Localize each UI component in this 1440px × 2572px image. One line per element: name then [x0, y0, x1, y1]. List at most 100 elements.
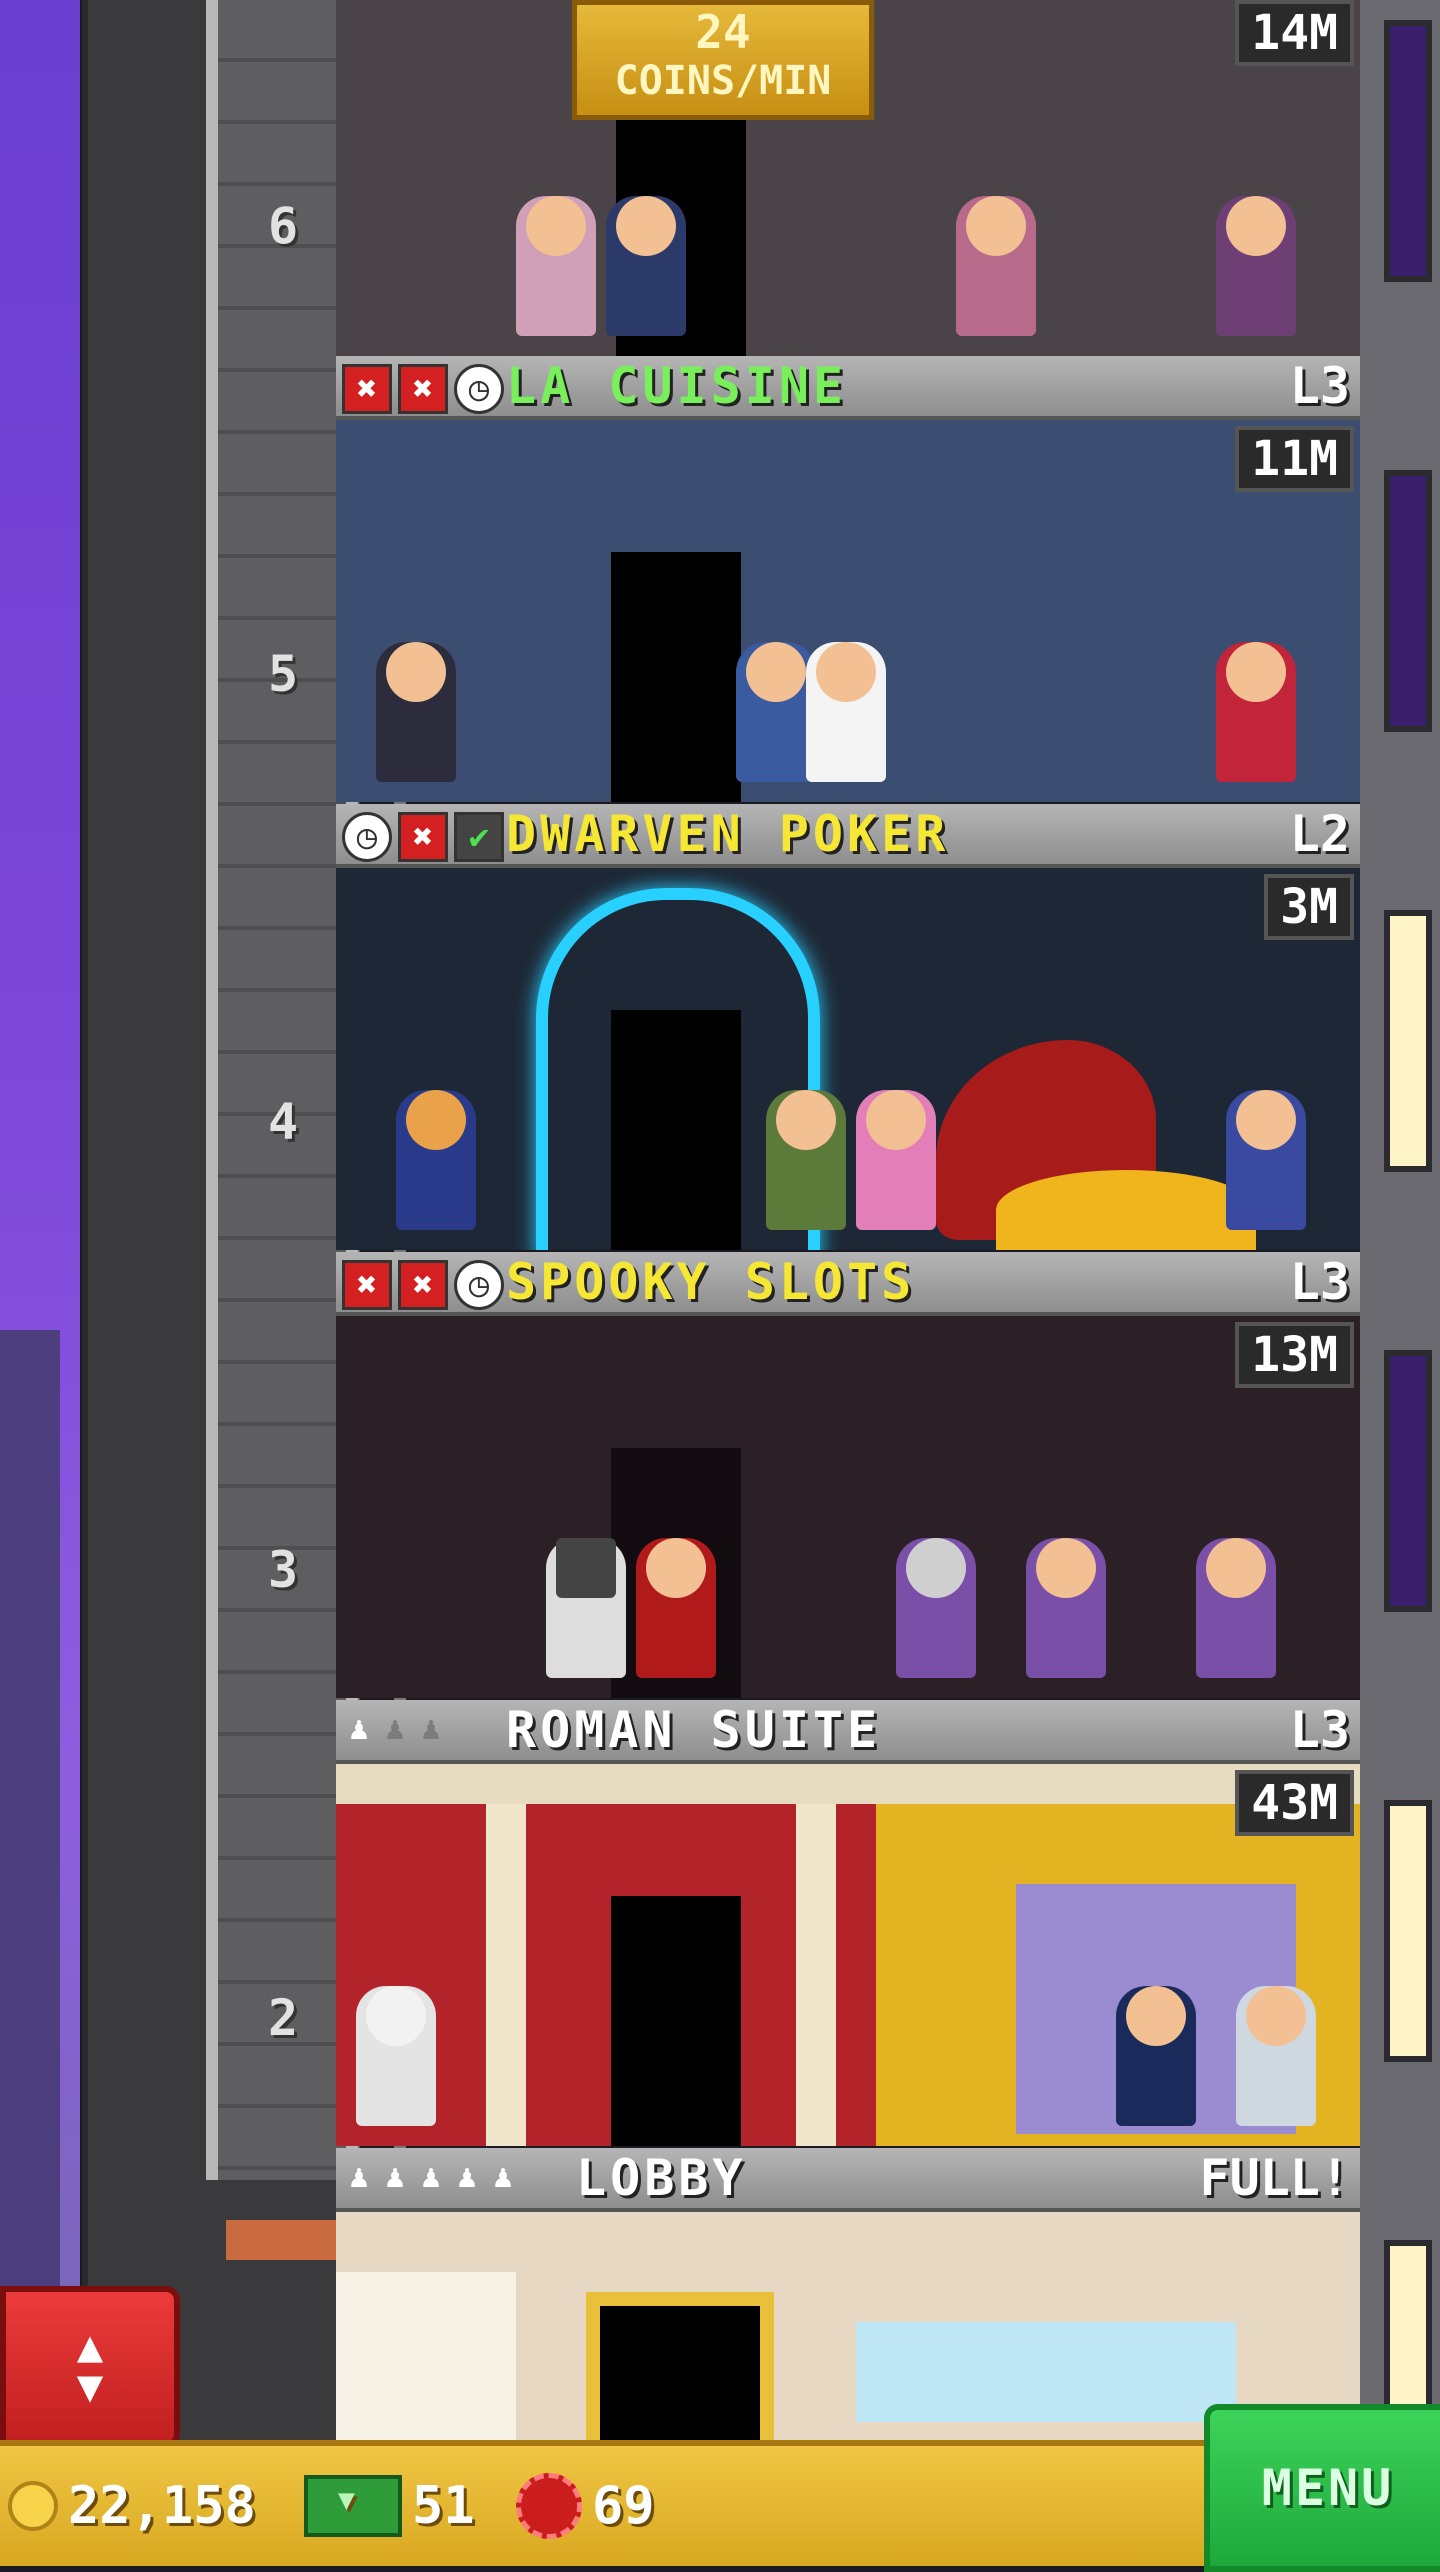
- statue: [356, 1986, 436, 2126]
- window: [1384, 1350, 1432, 1612]
- dwarf-bitizen[interactable]: [396, 1090, 476, 1230]
- gold-pile: [996, 1170, 1256, 1250]
- stock-indicators: ✖ ✖ ◷: [342, 1260, 504, 1310]
- floor-name: SPOOKY SLOTS: [506, 1253, 916, 1311]
- stock-out-icon: ✖: [342, 364, 392, 414]
- slot-machine: [546, 1538, 626, 1678]
- lobby-desk: [336, 2272, 516, 2448]
- lobby-status: FULL!: [1199, 2149, 1350, 2207]
- person-icon: ♟: [349, 1709, 369, 1747]
- menu-button[interactable]: MENU: [1204, 2404, 1440, 2572]
- clock-icon: ◷: [342, 812, 392, 862]
- floor-spooky-slots[interactable]: ✖ ✖ ◷ SPOOKY SLOTS L3 13M: [336, 1252, 1360, 1698]
- coins-counter[interactable]: 22,158: [8, 2446, 256, 2566]
- floor-room[interactable]: 11M: [336, 420, 1360, 802]
- bitizen[interactable]: [636, 1538, 716, 1678]
- bux-counter[interactable]: 51: [304, 2446, 475, 2566]
- person-icon: ♟: [421, 2157, 441, 2195]
- floor-price: 13M: [1235, 1322, 1354, 1388]
- floor-level: L2: [1289, 805, 1350, 863]
- floor-level: L3: [1289, 1253, 1350, 1311]
- person-icon: ♟: [385, 2157, 405, 2195]
- window: [1384, 20, 1432, 282]
- coin-icon: [8, 2481, 58, 2531]
- floor-price: 43M: [1235, 1770, 1354, 1836]
- bitizen[interactable]: [766, 1090, 846, 1230]
- chef-bitizen[interactable]: [806, 642, 886, 782]
- elevator-toggle-button[interactable]: ▲ ▼: [0, 2286, 180, 2448]
- bitizen[interactable]: [1216, 642, 1296, 782]
- window: [1384, 470, 1432, 732]
- window-lit: [1384, 910, 1432, 1172]
- bitizen[interactable]: [736, 642, 816, 782]
- elevator-shaft: 6 5 4 3 2: [82, 0, 406, 2445]
- elevator-rail-left: [206, 0, 218, 2180]
- bitizen[interactable]: [856, 1090, 936, 1230]
- bitizen[interactable]: [606, 196, 686, 336]
- floor-name: LOBBY: [576, 2149, 747, 2207]
- stock-out-icon: ✖: [398, 364, 448, 414]
- column: [796, 1804, 836, 2146]
- bitizen[interactable]: [1196, 1538, 1276, 1678]
- floor-dwarven-poker[interactable]: ◷ ✖ ✔ DWARVEN POKER L2 3M: [336, 804, 1360, 1250]
- tower-bux-icon: [304, 2475, 402, 2537]
- bux-value: 51: [412, 2476, 475, 2536]
- person-icon: ♟: [385, 1709, 405, 1747]
- floor-room[interactable]: 3M: [336, 868, 1360, 1250]
- coins-per-min-badge: 24 COINS/MIN: [572, 0, 874, 120]
- bitizen[interactable]: [1116, 1986, 1196, 2126]
- check-icon: ✔: [454, 812, 504, 862]
- bitizen[interactable]: [1216, 196, 1296, 336]
- floor-name: LA CUISINE: [506, 357, 848, 415]
- floor-header[interactable]: ✖ ✖ ◷ SPOOKY SLOTS L3: [336, 1252, 1360, 1316]
- door: [611, 1896, 741, 2146]
- floor-number-4: 4: [267, 1093, 299, 1151]
- floor-level: L3: [1289, 357, 1350, 415]
- column: [486, 1804, 526, 2146]
- bitizen[interactable]: [376, 642, 456, 782]
- stock-indicators: ✖ ✖ ◷: [342, 364, 504, 414]
- person-icon: ♟: [421, 1709, 441, 1747]
- floor-header[interactable]: ♟ ♟ ♟ ROMAN SUITE L3: [336, 1700, 1360, 1764]
- floor-header[interactable]: ◷ ✖ ✔ DWARVEN POKER L2: [336, 804, 1360, 868]
- bitizen[interactable]: [516, 196, 596, 336]
- floor-header[interactable]: ✖ ✖ ◷ LA CUISINE L3: [336, 356, 1360, 420]
- floor-6-price: 14M: [1235, 0, 1354, 66]
- elevator-car[interactable]: [226, 2220, 340, 2260]
- floor-la-cuisine[interactable]: ✖ ✖ ◷ LA CUISINE L3 11M: [336, 356, 1360, 802]
- bitizen[interactable]: [1026, 1538, 1106, 1678]
- floor-room[interactable]: 13M: [336, 1316, 1360, 1698]
- floor-header[interactable]: ♟ ♟ ♟ ♟ ♟ LOBBY FULL!: [336, 2148, 1360, 2212]
- floor-number-5: 5: [267, 645, 299, 703]
- floor-price: 3M: [1264, 874, 1354, 940]
- bitizen[interactable]: [896, 1538, 976, 1678]
- window-lit: [1384, 1800, 1432, 2062]
- cornice: [336, 1764, 1360, 1804]
- stock-indicators: ◷ ✖ ✔: [342, 812, 504, 862]
- door: [611, 552, 741, 802]
- lobby-door: [586, 2292, 774, 2448]
- stock-out-icon: ✖: [342, 1260, 392, 1310]
- lobby-window: [856, 2322, 1236, 2422]
- floor-lobby[interactable]: ♟ ♟ ♟ ♟ ♟ LOBBY FULL!: [336, 2148, 1360, 2448]
- stock-out-icon: ✖: [398, 1260, 448, 1310]
- bitizen[interactable]: [956, 196, 1036, 336]
- casino-chip-icon: [516, 2473, 582, 2539]
- chips-counter[interactable]: 69: [516, 2446, 655, 2566]
- floor-roman-suite[interactable]: ♟ ♟ ♟ ROMAN SUITE L3 43M: [336, 1700, 1360, 2146]
- bitizen[interactable]: [1236, 1986, 1316, 2126]
- right-building-wall: [1360, 0, 1440, 2502]
- resident-indicators: ♟ ♟ ♟: [346, 1708, 444, 1748]
- coins-rate-unit: COINS/MIN: [614, 58, 832, 104]
- clock-icon: ◷: [454, 1260, 504, 1310]
- floor-name: DWARVEN POKER: [506, 805, 950, 863]
- floor-room[interactable]: 43M: [336, 1764, 1360, 2146]
- floor-level: L3: [1289, 1701, 1350, 1759]
- floor-number-3: 3: [267, 1541, 299, 1599]
- resident-indicators: ♟ ♟ ♟ ♟ ♟: [346, 2156, 516, 2196]
- floor-number-2: 2: [267, 1989, 299, 2047]
- wizard-bitizen[interactable]: [1226, 1090, 1306, 1230]
- floor-number-6: 6: [267, 197, 299, 255]
- person-icon: ♟: [493, 2157, 513, 2195]
- clock-icon: ◷: [454, 364, 504, 414]
